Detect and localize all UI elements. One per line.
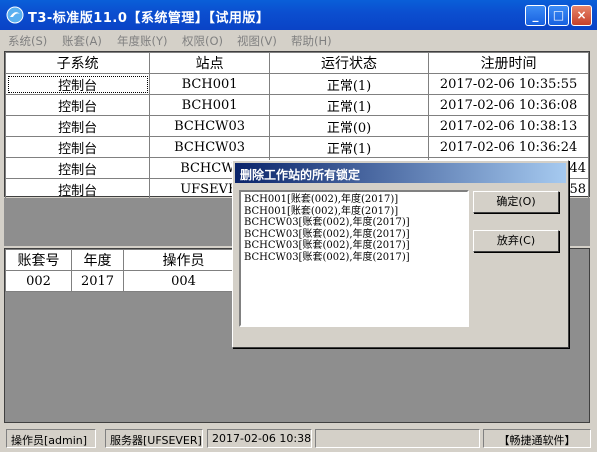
cell-status[interactable]: 正常(1) — [268, 73, 430, 95]
status-server: 服务器[UFSEVER] — [105, 429, 203, 448]
cell-register-time[interactable]: 2017-02-06 10:38:13 — [428, 115, 589, 137]
ok-button[interactable]: 确定(O) — [473, 191, 559, 213]
table-row[interactable]: 控制台 BCH001 正常(1) 2017-02-06 10:36:08 — [4, 94, 589, 116]
column-header-register-time[interactable]: 注册时间 — [428, 52, 589, 74]
menu-help[interactable]: 帮助(H) — [291, 33, 332, 49]
cell-register-time[interactable]: 2017-02-06 10:36:08 — [428, 94, 589, 116]
list-item[interactable]: BCH001[账套(002),年度(2017)] — [244, 206, 464, 218]
list-item[interactable]: BCHCW03[账套(002),年度(2017)] — [244, 229, 464, 241]
table-header-row: 子系统 站点 运行状态 注册时间 — [4, 52, 589, 74]
cell-station[interactable]: BCH001 — [149, 94, 270, 116]
cell-subsystem[interactable]: 控制台 — [4, 136, 151, 158]
list-item[interactable]: BCHCW03[账套(002),年度(2017)] — [244, 240, 464, 252]
table-row[interactable]: 002 2017 004 — [5, 270, 244, 292]
cell-station[interactable]: BCHCW03 — [149, 136, 270, 158]
menu-annual-account[interactable]: 年度账(Y) — [117, 33, 168, 49]
cell-status[interactable]: 正常(0) — [268, 115, 430, 137]
cell-subsystem[interactable]: 控制台 — [4, 94, 151, 116]
app-logo-icon — [6, 6, 24, 24]
list-item[interactable]: BCHCW03[账套(002),年度(2017)] — [244, 252, 464, 264]
maximize-button[interactable]: □ — [548, 5, 569, 26]
cell-status[interactable]: 正常(1) — [268, 136, 430, 158]
cell-subsystem[interactable]: 控制台 — [4, 115, 151, 137]
cell-status[interactable]: 正常(1) — [268, 94, 430, 116]
cell-station[interactable]: BCH001 — [149, 73, 270, 95]
cell-station[interactable]: BCHCW03 — [149, 115, 270, 137]
status-vendor: 【畅捷通软件】 — [483, 429, 591, 448]
cell-subsystem[interactable]: 控制台 — [4, 73, 151, 95]
table-row[interactable]: 控制台 BCHCW03 正常(1) 2017-02-06 10:36:24 — [4, 136, 589, 158]
menu-view[interactable]: 视图(V) — [237, 33, 277, 49]
cell-register-time[interactable]: 2017-02-06 10:35:55 — [428, 73, 589, 95]
column-header-operator[interactable]: 操作员 — [123, 249, 244, 271]
table-row[interactable]: 控制台 BCHCW03 正常(0) 2017-02-06 10:38:13 — [4, 115, 589, 137]
window-title: T3-标准版11.0【系统管理】【试用版】 — [28, 11, 270, 26]
title-bar[interactable]: T3-标准版11.0【系统管理】【试用版】 _ □ × — [0, 0, 597, 30]
table-header-row: 账套号 年度 操作员 — [5, 249, 244, 271]
unlock-workstation-dialog: 删除工作站的所有锁定 BCH001[账套(002),年度(2017)] BCH0… — [232, 160, 569, 348]
cell-account-no[interactable]: 002 — [5, 270, 72, 292]
cell-year[interactable]: 2017 — [71, 270, 124, 292]
cancel-button[interactable]: 放弃(C) — [473, 230, 559, 252]
column-header-status[interactable]: 运行状态 — [268, 52, 430, 74]
list-item[interactable]: BCH001[账套(002),年度(2017)] — [244, 194, 464, 206]
menu-bar: 系统(S) 账套(A) 年度账(Y) 权限(O) 视图(V) 帮助(H) — [0, 30, 597, 50]
status-empty — [315, 429, 480, 448]
table-row[interactable]: 控制台 BCH001 正常(1) 2017-02-06 10:35:55 — [4, 73, 589, 95]
menu-system[interactable]: 系统(S) — [8, 33, 47, 49]
column-header-year[interactable]: 年度 — [71, 249, 124, 271]
minimize-button[interactable]: _ — [525, 5, 546, 26]
menu-permission[interactable]: 权限(O) — [182, 33, 223, 49]
lock-list[interactable]: BCH001[账套(002),年度(2017)] BCH001[账套(002),… — [239, 190, 469, 327]
list-item[interactable]: BCHCW03[账套(002),年度(2017)] — [244, 217, 464, 229]
menu-account-set[interactable]: 账套(A) — [62, 33, 102, 49]
cell-register-time[interactable]: 2017-02-06 10:36:24 — [428, 136, 589, 158]
column-header-subsystem[interactable]: 子系统 — [4, 52, 151, 74]
account-table: 账套号 年度 操作员 002 2017 004 — [5, 249, 244, 292]
status-operator: 操作员[admin] — [6, 429, 96, 448]
column-header-account-no[interactable]: 账套号 — [5, 249, 72, 271]
cell-subsystem[interactable]: 控制台 — [4, 178, 151, 200]
dialog-title[interactable]: 删除工作站的所有锁定 — [235, 163, 566, 183]
status-bar: 操作员[admin] 服务器[UFSEVER] 2017-02-06 10:38… — [0, 426, 597, 452]
cell-operator[interactable]: 004 — [123, 270, 244, 292]
status-datetime: 2017-02-06 10:38 — [207, 429, 312, 448]
cell-subsystem[interactable]: 控制台 — [4, 157, 151, 179]
close-button[interactable]: × — [571, 5, 592, 26]
column-header-station[interactable]: 站点 — [149, 52, 270, 74]
